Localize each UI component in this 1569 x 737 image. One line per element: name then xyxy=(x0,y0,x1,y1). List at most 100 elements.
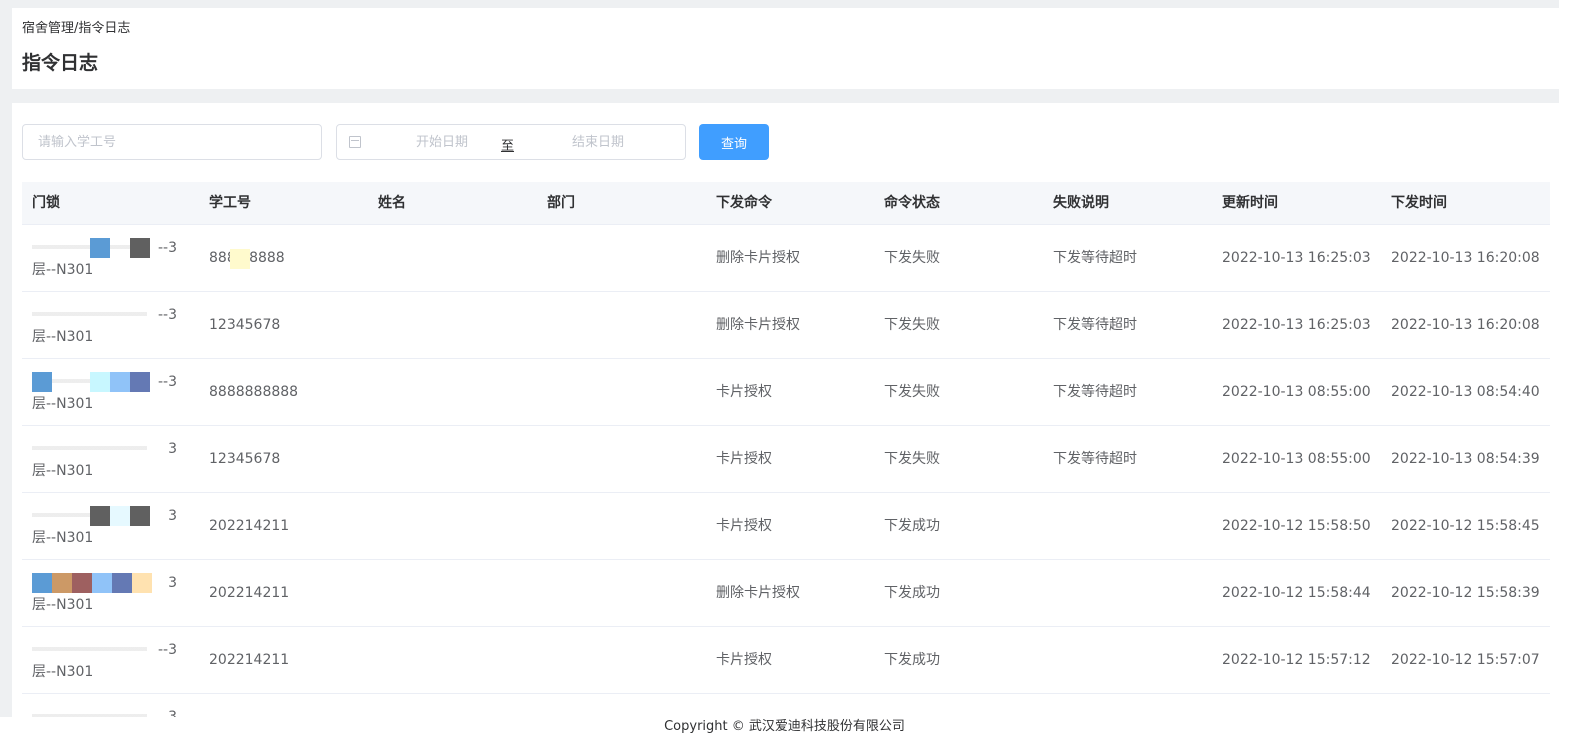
cell-updated-time: 2022-10-12 15:57:12 xyxy=(1222,652,1371,668)
redaction-block xyxy=(230,249,250,269)
cell-updated-time: 2022-10-13 08:55:00 xyxy=(1222,451,1371,467)
table-row: --3 层--N301 888 88888 删除卡片授权 下发失败 下发等待超时 2022-… xyxy=(22,225,1550,292)
cell-lock: 3 层--N301 xyxy=(32,502,182,552)
column-header-name: 姓名 xyxy=(378,195,406,211)
cell-lock: --3 层--N301 xyxy=(32,636,182,686)
lock-name-redacted: --3 xyxy=(32,238,177,258)
table-body: --3 层--N301 888 88888 删除卡片授权 下发失败 下发等待超时 2022-… xyxy=(22,225,1550,737)
page-header: 宿舍管理/指令日志 指令日志 xyxy=(12,8,1559,89)
cell-issued-time: 2022-10-12 15:57:07 xyxy=(1391,652,1540,668)
lock-name-tail: 3 xyxy=(168,575,177,591)
cell-updated-time: 2022-10-13 16:25:03 xyxy=(1222,250,1371,266)
redaction-block xyxy=(32,372,52,392)
cell-status: 下发失败 xyxy=(884,317,940,333)
lock-name-tail: 3 xyxy=(168,441,177,457)
column-header-student-id: 学工号 xyxy=(209,195,251,211)
column-header-issued-time: 下发时间 xyxy=(1391,195,1447,211)
lock-name-tail: --3 xyxy=(157,642,177,658)
cell-command: 卡片授权 xyxy=(716,652,772,668)
date-range-picker[interactable]: 至 xyxy=(336,124,686,160)
cell-issued-time: 2022-10-12 15:58:39 xyxy=(1391,585,1540,601)
lock-name-tail: --3 xyxy=(157,374,177,390)
cell-lock: --3 层--N301 xyxy=(32,234,182,284)
column-header-command: 下发命令 xyxy=(716,195,772,211)
lock-name-redacted: 3 xyxy=(32,439,177,459)
redacted-text xyxy=(32,640,147,660)
lock-floor-room: 层--N301 xyxy=(32,396,94,412)
cell-failure-reason: 下发等待超时 xyxy=(1053,250,1137,266)
scrollbar[interactable] xyxy=(1559,0,1569,717)
cell-issued-time: 2022-10-13 16:20:08 xyxy=(1391,317,1540,333)
cell-student-id: 202214211 xyxy=(209,518,290,534)
cell-updated-time: 2022-10-13 16:25:03 xyxy=(1222,317,1371,333)
redaction-block xyxy=(112,573,132,593)
column-header-department: 部门 xyxy=(547,195,575,211)
lock-floor-room: 层--N301 xyxy=(32,597,94,613)
redaction-block xyxy=(90,238,110,258)
cell-lock: --3 层--N301 xyxy=(32,368,182,418)
cell-command: 卡片授权 xyxy=(716,518,772,534)
redaction-block xyxy=(110,506,130,526)
main-content: 至 查询 门锁 学工号 姓名 部门 下发命令 命令状态 失败说明 更新时间 下发… xyxy=(12,103,1559,737)
redaction-block xyxy=(130,506,150,526)
table-header: 门锁 学工号 姓名 部门 下发命令 命令状态 失败说明 更新时间 下发时间 xyxy=(22,182,1550,225)
lock-name-tail: --3 xyxy=(157,240,177,256)
cell-issued-time: 2022-10-12 15:58:45 xyxy=(1391,518,1540,534)
lock-name-redacted: --3 xyxy=(32,372,177,392)
redaction-block xyxy=(130,238,150,258)
cell-status: 下发成功 xyxy=(884,518,940,534)
redaction-block xyxy=(90,372,110,392)
page-title: 指令日志 xyxy=(22,52,99,74)
table-row: --3 层--N301 12345678 删除卡片授权 下发失败 下发等待超时 2022-1… xyxy=(22,292,1550,359)
cell-status: 下发成功 xyxy=(884,585,940,601)
redaction-block xyxy=(52,573,72,593)
redaction-block xyxy=(32,573,52,593)
cell-status: 下发失败 xyxy=(884,384,940,400)
cell-failure-reason: 下发等待超时 xyxy=(1053,384,1137,400)
date-range-separator: 至 xyxy=(501,139,515,154)
cell-status: 下发失败 xyxy=(884,250,940,266)
cell-command: 删除卡片授权 xyxy=(716,250,800,266)
cell-updated-time: 2022-10-13 08:55:00 xyxy=(1222,384,1371,400)
cell-student-id: 202214211 xyxy=(209,652,290,668)
table-row: 3 层--N301 202214211 卡片授权 下发成功 2022-10-12 15:5… xyxy=(22,493,1550,560)
cell-command: 删除卡片授权 xyxy=(716,585,800,601)
column-header-failure-reason: 失败说明 xyxy=(1053,195,1109,211)
lock-floor-room: 层--N301 xyxy=(32,530,94,546)
student-id-search-input[interactable] xyxy=(22,124,322,160)
cell-issued-time: 2022-10-13 08:54:39 xyxy=(1391,451,1540,467)
redaction-block xyxy=(132,573,152,593)
cell-lock: 3 层--N301 xyxy=(32,569,182,619)
footer-copyright: Copyright © 武汉爱迪科技股份有限公司 xyxy=(0,717,1569,737)
lock-name-redacted: 3 xyxy=(32,506,177,526)
column-header-lock: 门锁 xyxy=(32,195,60,211)
lock-name-redacted: --3 xyxy=(32,640,177,660)
cell-failure-reason: 下发等待超时 xyxy=(1053,451,1137,467)
table-row: --3 层--N301 202214211 卡片授权 下发成功 2022-10-12 15… xyxy=(22,627,1550,694)
cell-command: 删除卡片授权 xyxy=(716,317,800,333)
cell-student-id: 12345678 xyxy=(209,317,281,333)
cell-command: 卡片授权 xyxy=(716,384,772,400)
table-row: 3 层--N301 12345678 卡片授权 下发失败 下发等待超时 2022-10-13… xyxy=(22,426,1550,493)
redaction-block xyxy=(130,372,150,392)
column-header-updated-time: 更新时间 xyxy=(1222,195,1278,211)
lock-floor-room: 层--N301 xyxy=(32,463,94,479)
lock-floor-room: 层--N301 xyxy=(32,664,94,680)
cell-issued-time: 2022-10-13 08:54:40 xyxy=(1391,384,1540,400)
calendar-icon xyxy=(349,136,361,148)
column-header-status: 命令状态 xyxy=(884,195,940,211)
cell-lock: 3 层--N301 xyxy=(32,435,182,485)
table-row: 3 层--N301 202214211 删除卡片授权 下发成功 2022-10-12 15… xyxy=(22,560,1550,627)
end-date-input[interactable] xyxy=(543,125,653,159)
lock-floor-room: 层--N301 xyxy=(32,262,94,278)
query-button[interactable]: 查询 xyxy=(699,124,769,160)
redaction-block xyxy=(72,573,92,593)
breadcrumb[interactable]: 宿舍管理/指令日志 xyxy=(22,17,130,36)
start-date-input[interactable] xyxy=(387,125,497,159)
lock-name-redacted: 3 xyxy=(32,573,177,593)
lock-name-redacted: --3 xyxy=(32,305,177,325)
redaction-block xyxy=(90,506,110,526)
cell-issued-time: 2022-10-13 16:20:08 xyxy=(1391,250,1540,266)
table-row: --3 层--N301 8888888888 卡片授权 下发失败 下发等待超时 2022-1… xyxy=(22,359,1550,426)
redacted-text xyxy=(32,439,147,459)
